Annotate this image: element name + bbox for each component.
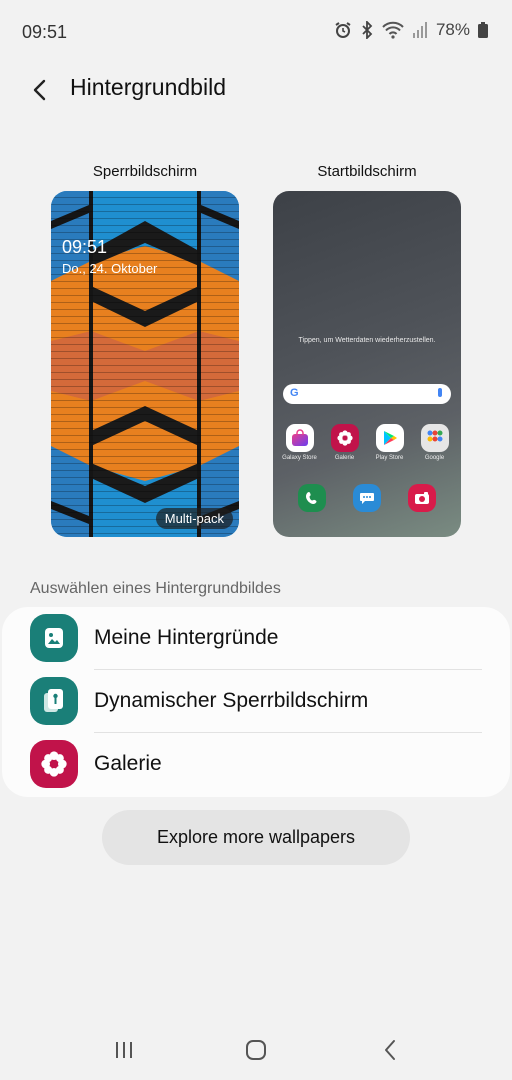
signal-icon	[412, 22, 427, 38]
chevron-left-icon	[33, 79, 46, 101]
lock-preview-date: Do., 24. Oktober	[62, 261, 158, 276]
list-item-label: Dynamischer Sperrbildschirm	[94, 689, 369, 712]
gallery-flower-icon	[30, 740, 78, 788]
status-icons: 78%	[334, 20, 488, 40]
messages-icon	[352, 484, 381, 512]
list-item-label: Galerie	[94, 752, 162, 775]
recents-icon	[116, 1042, 132, 1058]
app-label: Google	[424, 455, 445, 461]
play-store-icon	[375, 424, 404, 452]
home-screen-label: Startbildschirm	[317, 163, 417, 180]
status-bar: 09:51 78%	[0, 0, 512, 64]
gallery-flower-icon	[330, 424, 359, 452]
google-search-bar: G	[283, 384, 451, 404]
app-label: Play Store	[375, 455, 404, 461]
phone-icon	[298, 484, 327, 512]
app-play-store: Play Store	[369, 424, 411, 461]
app-label: Galaxy Store	[282, 455, 317, 461]
dynamic-lockscreen-icon	[30, 677, 78, 725]
list-item-dynamic-lockscreen[interactable]: Dynamischer Sperrbildschirm	[2, 670, 510, 733]
google-folder-icon	[420, 424, 449, 452]
status-time: 09:51	[22, 22, 68, 42]
app-google-folder: Google	[414, 424, 456, 461]
home-screen-preview[interactable]: Tippen, um Wetterdaten wiederherzustelle…	[273, 191, 461, 537]
lock-screen-preview[interactable]: 09:51 Do., 24. Oktober Multi-pack	[51, 191, 239, 537]
alarm-icon	[335, 22, 351, 38]
google-g-icon: G	[290, 387, 299, 399]
back-nav-button[interactable]	[370, 1034, 410, 1066]
home-dock	[273, 484, 461, 512]
home-button[interactable]	[236, 1034, 276, 1066]
wifi-icon	[382, 21, 404, 39]
camera-icon	[407, 484, 436, 512]
app-gallery: Galerie	[324, 424, 366, 461]
recents-button[interactable]	[104, 1034, 144, 1066]
galaxy-store-icon	[285, 424, 314, 452]
weather-hint: Tippen, um Wetterdaten wiederherzustelle…	[298, 337, 436, 344]
page-title: Hintergrundbild	[70, 74, 226, 100]
list-item-my-wallpapers[interactable]: Meine Hintergründe	[2, 607, 510, 670]
lock-screen-label: Sperrbildschirm	[92, 163, 198, 180]
home-app-row: Galaxy Store Galerie Play Store Google	[273, 424, 461, 461]
mic-icon	[438, 388, 442, 397]
multi-pack-badge: Multi-pack	[155, 508, 233, 529]
explore-more-wallpapers-button[interactable]: Explore more wallpapers	[102, 810, 410, 865]
battery-icon	[478, 22, 488, 38]
app-bar: Hintergrundbild	[0, 60, 512, 116]
list-item-label: Meine Hintergründe	[94, 626, 279, 649]
wallpaper-source-list: Meine Hintergründe Dynamischer Sperrbild…	[2, 607, 510, 797]
lock-preview-time: 09:51	[62, 237, 108, 257]
app-label: Galerie	[334, 455, 355, 461]
list-item-gallery[interactable]: Galerie	[2, 733, 510, 796]
app-galaxy-store: Galaxy Store	[279, 424, 321, 461]
section-header: Auswählen eines Hintergrundbildes	[30, 580, 281, 597]
bluetooth-icon	[362, 21, 373, 39]
home-icon	[246, 1040, 266, 1060]
back-icon	[385, 1040, 395, 1060]
back-button[interactable]	[22, 72, 58, 108]
battery-percent: 78%	[435, 20, 470, 39]
navigation-bar	[0, 1020, 512, 1080]
my-wallpapers-icon	[30, 614, 78, 662]
